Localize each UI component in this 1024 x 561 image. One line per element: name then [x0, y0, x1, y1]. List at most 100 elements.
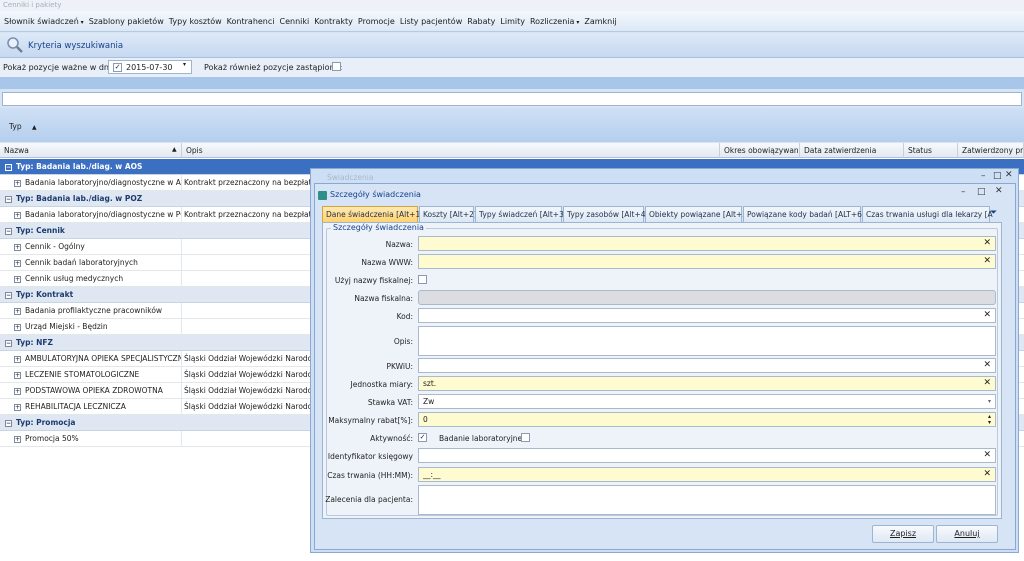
duration-label: Czas trwania (HH:MM): — [327, 471, 413, 480]
tab-2[interactable]: Typy świadczeń [Alt+3] — [475, 206, 567, 223]
menu-item-2[interactable]: Typy kosztów — [169, 17, 222, 26]
menu-item-11[interactable]: Zamknij — [584, 17, 616, 26]
menu-item-9[interactable]: Limity — [500, 17, 525, 26]
tab-overflow-icon[interactable]: ⏷ — [990, 208, 997, 218]
menu-bar: Słownik świadczeń ▾ Szablony pakietów Typy… — [0, 11, 1024, 32]
name-cell: + Cennik - Ogólny — [14, 239, 182, 255]
menu-item-3[interactable]: Kontrahenci — [227, 17, 275, 26]
expand-icon[interactable]: + — [14, 355, 21, 363]
name-cell: + Badania laboratoryjno/diagnostyczne w A… — [14, 175, 182, 191]
group-title: Typ: NFZ — [16, 338, 53, 347]
column-header-2[interactable]: Okres obowiązywania — [720, 143, 800, 158]
column-header-0[interactable]: Nazwa — [0, 143, 182, 158]
valid-date-picker[interactable]: ✓ 2015-07-30 ▾ — [108, 60, 192, 74]
expand-icon[interactable]: + — [14, 275, 21, 283]
menu-item-8[interactable]: Rabaty — [467, 17, 495, 26]
expand-icon[interactable]: + — [14, 403, 21, 411]
menu-item-1[interactable]: Szablony pakietów — [89, 17, 164, 26]
expand-icon[interactable]: + — [14, 259, 21, 267]
clear-icon[interactable]: ✕ — [983, 309, 991, 322]
clear-icon[interactable]: ✕ — [983, 377, 991, 390]
expand-icon[interactable]: + — [14, 243, 21, 251]
pkwiu-label: PKWiU: — [386, 362, 413, 371]
tab-5[interactable]: Powiązane kody badań [ALT+6] — [743, 206, 865, 223]
vat-select[interactable]: Zw ▾ — [418, 394, 996, 409]
spinner-arrows-icon[interactable]: ▴ ▾ — [988, 414, 991, 426]
chevron-down-icon: ▾ — [78, 18, 84, 26]
duration-field[interactable]: __:__ ✕ — [418, 467, 996, 482]
vat-label: Stawka VAT: — [367, 398, 413, 407]
collapse-icon[interactable]: − — [5, 419, 12, 427]
expand-icon[interactable]: + — [14, 371, 21, 379]
max-discount-value: 0 — [423, 415, 428, 424]
collapse-icon[interactable]: − — [5, 227, 12, 235]
nazwa-field[interactable]: ✕ — [418, 236, 996, 251]
kod-field[interactable]: ✕ — [418, 308, 996, 323]
save-button[interactable]: Zapisz — [872, 525, 934, 543]
maximize-icon[interactable]: □ — [977, 187, 986, 197]
tab-4[interactable]: Obiekty powiązane [Alt+5] — [645, 206, 750, 223]
max-discount-spinner[interactable]: 0 ▴ ▾ — [418, 412, 996, 427]
quick-search-input[interactable] — [2, 92, 1022, 106]
column-header-4[interactable]: Status — [904, 143, 958, 158]
unit-field[interactable]: szt. ✕ — [418, 376, 996, 391]
menu-item-0[interactable]: Słownik świadczeń ▾ — [4, 17, 84, 26]
tab-6[interactable]: Czas trwania usługi dla lekarzy [A — [862, 206, 993, 223]
lab-test-checkbox[interactable] — [521, 433, 530, 442]
maximize-icon[interactable]: □ — [993, 171, 1002, 181]
cancel-button[interactable]: Anuluj — [936, 525, 998, 543]
replaced-label: Pokaż również pozycje zastąpione: — [204, 63, 343, 72]
expand-icon[interactable]: + — [14, 211, 21, 219]
chevron-down-icon[interactable]: ▾ — [988, 395, 991, 408]
tab-3[interactable]: Typy zasobów [Alt+4] — [563, 206, 648, 223]
use-fiscal-name-checkbox[interactable] — [418, 275, 427, 284]
clear-icon[interactable]: ✕ — [983, 468, 991, 481]
clear-icon[interactable]: ✕ — [983, 359, 991, 372]
recommendations-textarea[interactable] — [418, 485, 996, 515]
desc-cell: Śląski Oddział Wojewódzki Narodowe — [184, 386, 314, 395]
menu-item-4[interactable]: Cenniki — [280, 17, 310, 26]
column-header-3[interactable]: Data zatwierdzenia — [800, 143, 904, 158]
expand-icon[interactable]: + — [14, 323, 21, 331]
group-by-typ-chip[interactable]: Typ ▲ — [5, 120, 41, 134]
clear-icon[interactable]: ✕ — [983, 237, 991, 250]
name-cell: + Badania laboratoryjno/diagnostyczne w P… — [14, 207, 182, 223]
menu-item-label: Rozliczenia — [529, 16, 575, 26]
group-title: Typ: Cennik — [16, 226, 65, 235]
dialog-title: Szczegóły świadczenia — [330, 190, 421, 199]
menu-item-6[interactable]: Promocje — [358, 17, 395, 26]
accounting-id-field[interactable]: ✕ — [418, 448, 996, 463]
tab-1[interactable]: Koszty [Alt+2] — [419, 206, 477, 223]
collapse-icon[interactable]: − — [5, 339, 12, 347]
column-header-1[interactable]: Opis — [182, 143, 720, 158]
expand-icon[interactable]: + — [14, 307, 21, 315]
tab-0[interactable]: Dane świadczenia [Alt+1] — [322, 206, 423, 223]
collapse-icon[interactable]: − — [5, 163, 12, 171]
menu-item-10[interactable]: Rozliczenia ▾ — [530, 17, 579, 26]
chevron-down-icon[interactable]: ▾ — [183, 61, 186, 68]
clear-icon[interactable]: ✕ — [983, 449, 991, 462]
close-icon[interactable]: ✕ — [1005, 170, 1013, 180]
group-title: Typ: Badania lab./diag. w POZ — [16, 194, 143, 203]
replaced-checkbox[interactable] — [332, 62, 341, 71]
name-cell: + Cennik badań laboratoryjnych — [14, 255, 182, 271]
expand-icon[interactable]: + — [14, 435, 21, 443]
criteria-label: Kryteria wyszukiwania — [28, 41, 124, 51]
search-criteria-panel[interactable]: Kryteria wyszukiwania — [0, 33, 1024, 58]
nazwa-www-field[interactable]: ✕ — [418, 254, 996, 269]
column-header-5[interactable]: Zatwierdzony prze — [958, 143, 1024, 158]
minimize-icon[interactable]: – — [961, 187, 966, 197]
minimize-icon[interactable]: – — [981, 171, 986, 181]
menu-item-5[interactable]: Kontrakty — [314, 17, 353, 26]
pkwiu-field[interactable]: ✕ — [418, 358, 996, 373]
close-icon[interactable]: ✕ — [995, 186, 1003, 196]
expand-icon[interactable]: + — [14, 387, 21, 395]
valid-date-checkbox[interactable]: ✓ — [113, 63, 122, 72]
activity-checkbox[interactable]: ✓ — [418, 433, 427, 442]
clear-icon[interactable]: ✕ — [983, 255, 991, 268]
collapse-icon[interactable]: − — [5, 291, 12, 299]
expand-icon[interactable]: + — [14, 179, 21, 187]
collapse-icon[interactable]: − — [5, 195, 12, 203]
opis-textarea[interactable] — [418, 326, 996, 356]
menu-item-7[interactable]: Listy pacjentów — [400, 17, 462, 26]
